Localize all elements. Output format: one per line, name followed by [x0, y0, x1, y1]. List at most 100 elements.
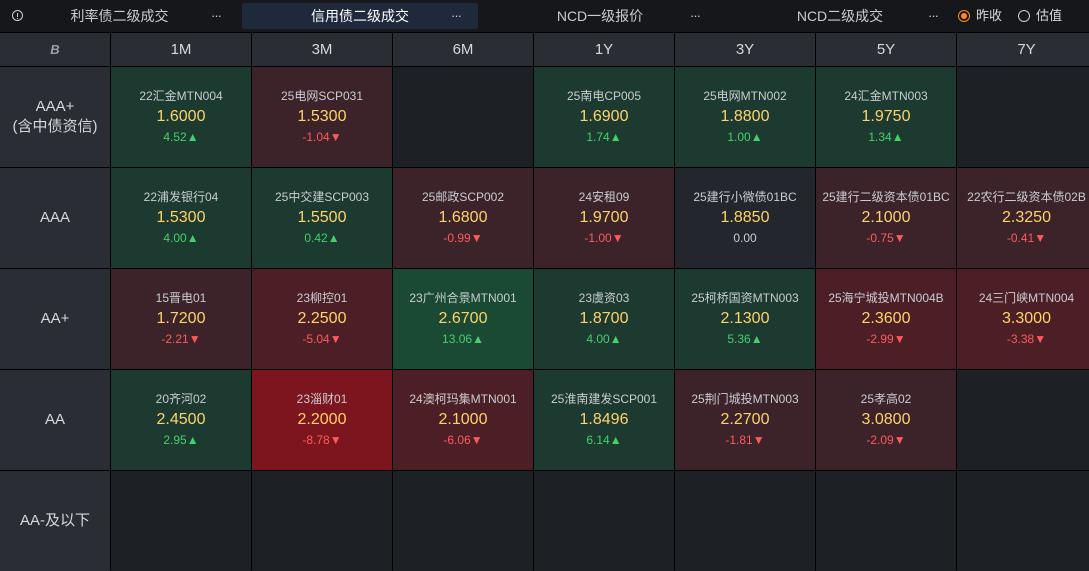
bond-yield: 1.5500	[297, 209, 347, 226]
bond-name: 24安租09	[578, 190, 630, 204]
bond-name: 25邮政SCP002	[421, 190, 505, 204]
bond-cell[interactable]: 15晋电01 1.7200 -2.21▼	[111, 269, 251, 369]
bond-yield: 1.6000	[156, 108, 206, 125]
bond-name: 25孝高02	[860, 392, 912, 406]
bond-cell[interactable]: 25电网SCP031 1.5300 -1.04▼	[252, 67, 392, 167]
bond-name: 25电网SCP031	[280, 89, 364, 103]
bond-yield: 1.8800	[720, 108, 770, 125]
bond-yield: 2.1000	[861, 209, 911, 226]
tab-more-icon[interactable]: ···	[690, 3, 701, 29]
bond-cell[interactable]: 25淮南建发SCP001 1.8496 6.14▲	[534, 370, 674, 470]
column-header-7y: 7Y	[957, 33, 1089, 66]
row-label-line2: (含中债资信)	[12, 118, 98, 135]
column-header-5y: 5Y	[816, 33, 956, 66]
bond-yield: 2.3250	[1002, 209, 1051, 226]
bond-cell[interactable]: 23广州合景MTN001 2.6700 13.06▲	[393, 269, 533, 369]
tab-ncd-secondary[interactable]: NCD二级成交	[760, 3, 920, 29]
bond-cell[interactable]: 23柳控01 2.2500 -5.04▼	[252, 269, 392, 369]
bond-yield: 2.1300	[720, 310, 770, 327]
bond-cell[interactable]: 25建行小微债01BC 1.8850 0.00	[675, 168, 815, 268]
bond-name: 22汇金MTN004	[139, 89, 223, 103]
bond-yield: 3.0800	[861, 411, 911, 428]
row-label-line1: AA+	[40, 310, 70, 327]
bond-cell[interactable]: 25荆门城投MTN003 2.2700 -1.81▼	[675, 370, 815, 470]
b-logo-icon[interactable]: B	[50, 42, 59, 57]
bond-change: -0.41▼	[1006, 231, 1047, 245]
bond-cell[interactable]: 24三门峡MTN004 3.3000 -3.38▼	[957, 269, 1089, 369]
bond-name: 22农行二级资本债02B	[967, 190, 1086, 204]
tab-more-icon[interactable]: ···	[451, 3, 462, 29]
bond-yield: 1.8700	[579, 310, 629, 327]
bond-cell[interactable]: 25电网MTN002 1.8800 1.00▲	[675, 67, 815, 167]
bond-yield: 1.7200	[156, 310, 206, 327]
bond-name: 15晋电01	[155, 291, 207, 305]
bond-change: 1.74▲	[586, 130, 622, 144]
bond-cell[interactable]: 25孝高02 3.0800 -2.09▼	[816, 370, 956, 470]
bond-cell[interactable]: 25建行二级资本债01BC 2.1000 -0.75▼	[816, 168, 956, 268]
bond-change: 1.34▲	[868, 130, 904, 144]
bond-yield: 1.9750	[861, 108, 911, 125]
bond-name: 25荆门城投MTN003	[691, 392, 799, 406]
bond-cell[interactable]: 25邮政SCP002 1.6800 -0.99▼	[393, 168, 533, 268]
bond-yield: 2.2700	[720, 411, 770, 428]
bond-cell[interactable]: 22农行二级资本债02B 2.3250 -0.41▼	[957, 168, 1089, 268]
bond-cell[interactable]: 25海宁城投MTN004B 2.3600 -2.99▼	[816, 269, 956, 369]
bond-cell[interactable]: 22浦发银行04 1.5300 4.00▲	[111, 168, 251, 268]
empty-cell	[675, 471, 815, 571]
radio-label: 昨收	[976, 8, 1003, 23]
radio-checked-icon	[958, 10, 970, 22]
bond-cell[interactable]: 25南电CP005 1.6900 1.74▲	[534, 67, 674, 167]
bond-cell[interactable]: 24安租09 1.9700 -1.00▼	[534, 168, 674, 268]
radio-valuation[interactable]: 估值	[1018, 8, 1062, 24]
bond-name: 22浦发银行04	[143, 190, 219, 204]
tab-rate-bond-secondary[interactable]: 利率债二级成交	[42, 3, 197, 29]
row-label-line1: AA-及以下	[19, 512, 90, 529]
bond-cell[interactable]: 23虞资03 1.8700 4.00▲	[534, 269, 674, 369]
bond-change: -1.00▼	[584, 231, 624, 245]
bond-yield: 1.8496	[579, 411, 629, 428]
empty-cell	[393, 67, 533, 167]
tab-credit-bond-secondary[interactable]: 信用债二级成交	[242, 3, 478, 29]
row-label-line1: AA	[44, 411, 65, 428]
bond-name: 23虞资03	[578, 291, 630, 305]
bond-change: -1.04▼	[302, 130, 342, 144]
tab-more-icon[interactable]: ···	[928, 3, 939, 29]
bond-cell[interactable]: 23淄财01 2.2000 -8.78▼	[252, 370, 392, 470]
bond-yield: 1.9700	[579, 209, 629, 226]
bond-cell[interactable]: 20齐河02 2.4500 2.95▲	[111, 370, 251, 470]
empty-cell	[957, 471, 1089, 571]
empty-cell	[957, 67, 1089, 167]
bond-yield: 1.6800	[438, 209, 488, 226]
empty-cell	[252, 471, 392, 571]
bond-yield: 1.8850	[720, 209, 770, 226]
yield-matrix: B 1M 3M 6M 1Y 3Y 5Y 7Y AAA+ (含中债资信) 22汇金…	[0, 33, 1089, 571]
corner-cell: B	[0, 33, 110, 66]
bond-cell[interactable]: 22汇金MTN004 1.6000 4.52▲	[111, 67, 251, 167]
bond-change: -6.06▼	[443, 433, 483, 447]
bond-change: 1.00▲	[727, 130, 763, 144]
bond-name: 24澳柯玛集MTN001	[409, 392, 517, 406]
bond-name: 25淮南建发SCP001	[550, 392, 658, 406]
empty-cell	[957, 370, 1089, 470]
row-label-aa-plus: AA+	[0, 269, 110, 369]
tab-more-icon[interactable]: ···	[211, 3, 222, 29]
radio-prev-close[interactable]: 昨收	[958, 8, 1002, 24]
tab-ncd-primary-quote[interactable]: NCD一级报价	[520, 3, 680, 29]
bond-cell[interactable]: 24澳柯玛集MTN001 2.1000 -6.06▼	[393, 370, 533, 470]
bond-change: 5.36▲	[727, 332, 763, 346]
empty-cell	[816, 471, 956, 571]
column-header-3m: 3M	[252, 33, 392, 66]
bond-cell[interactable]: 25中交建SCP003 1.5500 0.42▲	[252, 168, 392, 268]
bond-change: -5.04▼	[302, 332, 342, 346]
bond-name: 25建行小微债01BC	[693, 190, 797, 204]
info-icon[interactable]	[12, 10, 23, 21]
bond-change: 4.00▲	[163, 231, 199, 245]
row-label-aaa: AAA	[0, 168, 110, 268]
empty-cell	[534, 471, 674, 571]
bond-cell[interactable]: 24汇金MTN003 1.9750 1.34▲	[816, 67, 956, 167]
bond-cell[interactable]: 25柯桥国资MTN003 2.1300 5.36▲	[675, 269, 815, 369]
bond-change: -0.75▼	[866, 231, 906, 245]
bond-yield: 1.6900	[579, 108, 629, 125]
bond-yield: 1.5300	[297, 108, 347, 125]
bond-change: -2.21▼	[161, 332, 201, 346]
